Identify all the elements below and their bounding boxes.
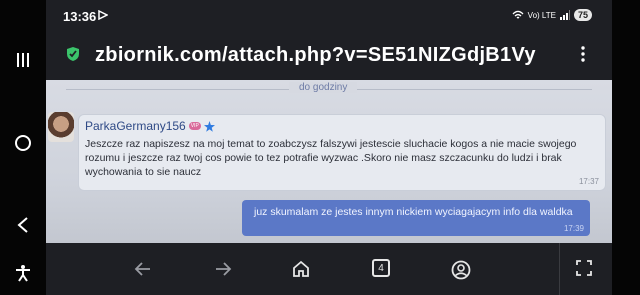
outgoing-message-time: 17:39 — [563, 224, 584, 233]
back-icon — [17, 217, 28, 233]
play-icon — [98, 10, 108, 20]
fullscreen-icon[interactable] — [576, 260, 592, 276]
recent-apps-icon — [17, 53, 29, 67]
system-home-button[interactable] — [0, 134, 46, 152]
vip-badge-icon: VIP — [188, 122, 201, 130]
outgoing-message-text: juz skumalam ze jestes innym nickiem wyc… — [254, 206, 573, 218]
wifi-icon — [512, 10, 524, 19]
browser-toolbar: 4 — [46, 243, 612, 295]
recent-apps-button[interactable] — [0, 52, 46, 68]
battery-indicator: 75 — [573, 9, 592, 21]
home-icon[interactable] — [292, 260, 310, 278]
page-content: do godziny ParkaGermany156 VIP Jeszcze r… — [46, 80, 612, 243]
incoming-message-time: 17:37 — [578, 177, 599, 186]
right-bezel — [612, 0, 640, 295]
menu-dots-icon[interactable] — [580, 46, 586, 62]
account-icon[interactable] — [451, 260, 471, 280]
avatar[interactable] — [48, 112, 74, 142]
arrow-back-icon[interactable] — [134, 260, 152, 278]
status-time: 13:36 — [63, 9, 97, 24]
status-bar: 13:36 Vo) LTE 75 — [46, 0, 612, 32]
url-text[interactable]: zbiornik.com/attach.php?v=SE51NIZGdjB1Vy — [95, 44, 565, 67]
status-indicators: Vo) LTE 75 — [512, 9, 592, 21]
accessibility-button[interactable] — [0, 264, 46, 282]
date-separator: do godziny — [289, 82, 358, 93]
signal-icon — [559, 10, 570, 20]
sender-row: ParkaGermany156 VIP — [85, 119, 215, 133]
address-bar[interactable]: zbiornik.com/attach.php?v=SE51NIZGdjB1Vy — [46, 32, 612, 80]
tabs-icon[interactable]: 4 — [372, 259, 390, 277]
arrow-forward-icon[interactable] — [214, 260, 232, 278]
incoming-message-text: Jeszcze raz napiszesz na moj temat to zo… — [85, 138, 577, 178]
toolbar-divider — [559, 243, 560, 295]
shield-icon — [67, 47, 79, 61]
sender-name[interactable]: ParkaGermany156 — [85, 119, 186, 133]
star-icon — [203, 120, 215, 132]
home-circle-icon — [15, 135, 31, 151]
phone-screen: 13:36 Vo) LTE 75 zbiornik.com/attach.php… — [46, 0, 612, 295]
network-label: Vo) LTE — [527, 10, 556, 20]
system-back-button[interactable] — [0, 216, 46, 234]
accessibility-icon — [16, 265, 30, 282]
outgoing-message: juz skumalam ze jestes innym nickiem wyc… — [242, 200, 590, 236]
incoming-message: ParkaGermany156 VIP Jeszcze raz napiszes… — [78, 114, 606, 191]
system-nav-rail — [0, 0, 46, 295]
